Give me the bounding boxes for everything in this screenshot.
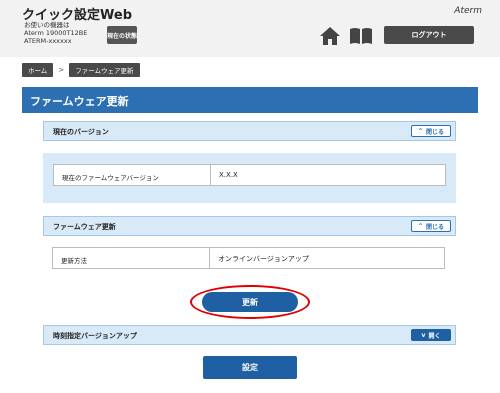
breadcrumb: ホーム > ファームウェア更新 [22,63,140,77]
breadcrumb-separator: > [58,66,65,74]
update-button-highlight: 更新 [190,285,310,319]
chevron-down-icon: v [421,331,426,339]
update-method-key: 更新方法 [53,248,210,268]
app-header: クイック設定Web お使いの機器は Aterm 19000T12BE ATERM… [0,0,500,57]
chevron-up-icon: ^ [417,127,423,135]
breadcrumb-home[interactable]: ホーム [22,63,54,77]
collapse-label: 閉じる [426,128,445,136]
current-version-value: X.X.X [219,171,238,179]
device-info: お使いの機器は Aterm 19000T12BE ATERM-xxxxxx [24,21,87,45]
device-model: Aterm 19000T12BE [24,29,88,37]
section-scheduled-update-header: 時刻指定バージョンアップ v 開く [43,325,456,345]
manual-book-icon[interactable] [349,27,373,45]
apply-settings-button[interactable]: 設定 [203,356,297,379]
collapse-label: 閉じる [426,223,445,231]
section-firmware-update-title: ファームウェア更新 [53,223,116,231]
section-firmware-update-collapse-button[interactable]: ^ 閉じる [411,220,451,232]
chevron-up-icon: ^ [417,222,423,230]
current-version-key: 現在のファームウェアバージョン [54,165,211,185]
expand-label: 開く [428,332,441,340]
section-current-version-header: 現在のバージョン ^ 閉じる [43,121,456,141]
section-current-version-collapse-button[interactable]: ^ 閉じる [411,125,451,137]
current-status-button[interactable]: 現在の状態 [107,26,137,44]
device-caption: お使いの機器は [24,21,70,29]
device-id: ATERM-xxxxxx [24,37,72,45]
section-scheduled-update-title: 時刻指定バージョンアップ [53,332,137,340]
update-method-value: オンラインバージョンアップ [218,255,309,263]
current-version-row: 現在のファームウェアバージョン X.X.X [53,164,446,186]
page-title: ファームウェア更新 [30,95,129,108]
section-firmware-update-header: ファームウェア更新 ^ 閉じる [43,216,456,236]
update-method-row: 更新方法 オンラインバージョンアップ [52,247,445,269]
brand-logo: Aterm [454,6,482,16]
logout-button[interactable]: ログアウト [384,26,474,44]
home-icon[interactable] [320,26,340,46]
section-current-version-body: 現在のファームウェアバージョン X.X.X [43,153,456,203]
breadcrumb-current: ファームウェア更新 [69,63,140,77]
section-scheduled-update-expand-button[interactable]: v 開く [411,329,451,341]
update-button[interactable]: 更新 [202,292,298,312]
page-title-bar: ファームウェア更新 [22,87,478,113]
section-current-version-title: 現在のバージョン [53,128,109,136]
